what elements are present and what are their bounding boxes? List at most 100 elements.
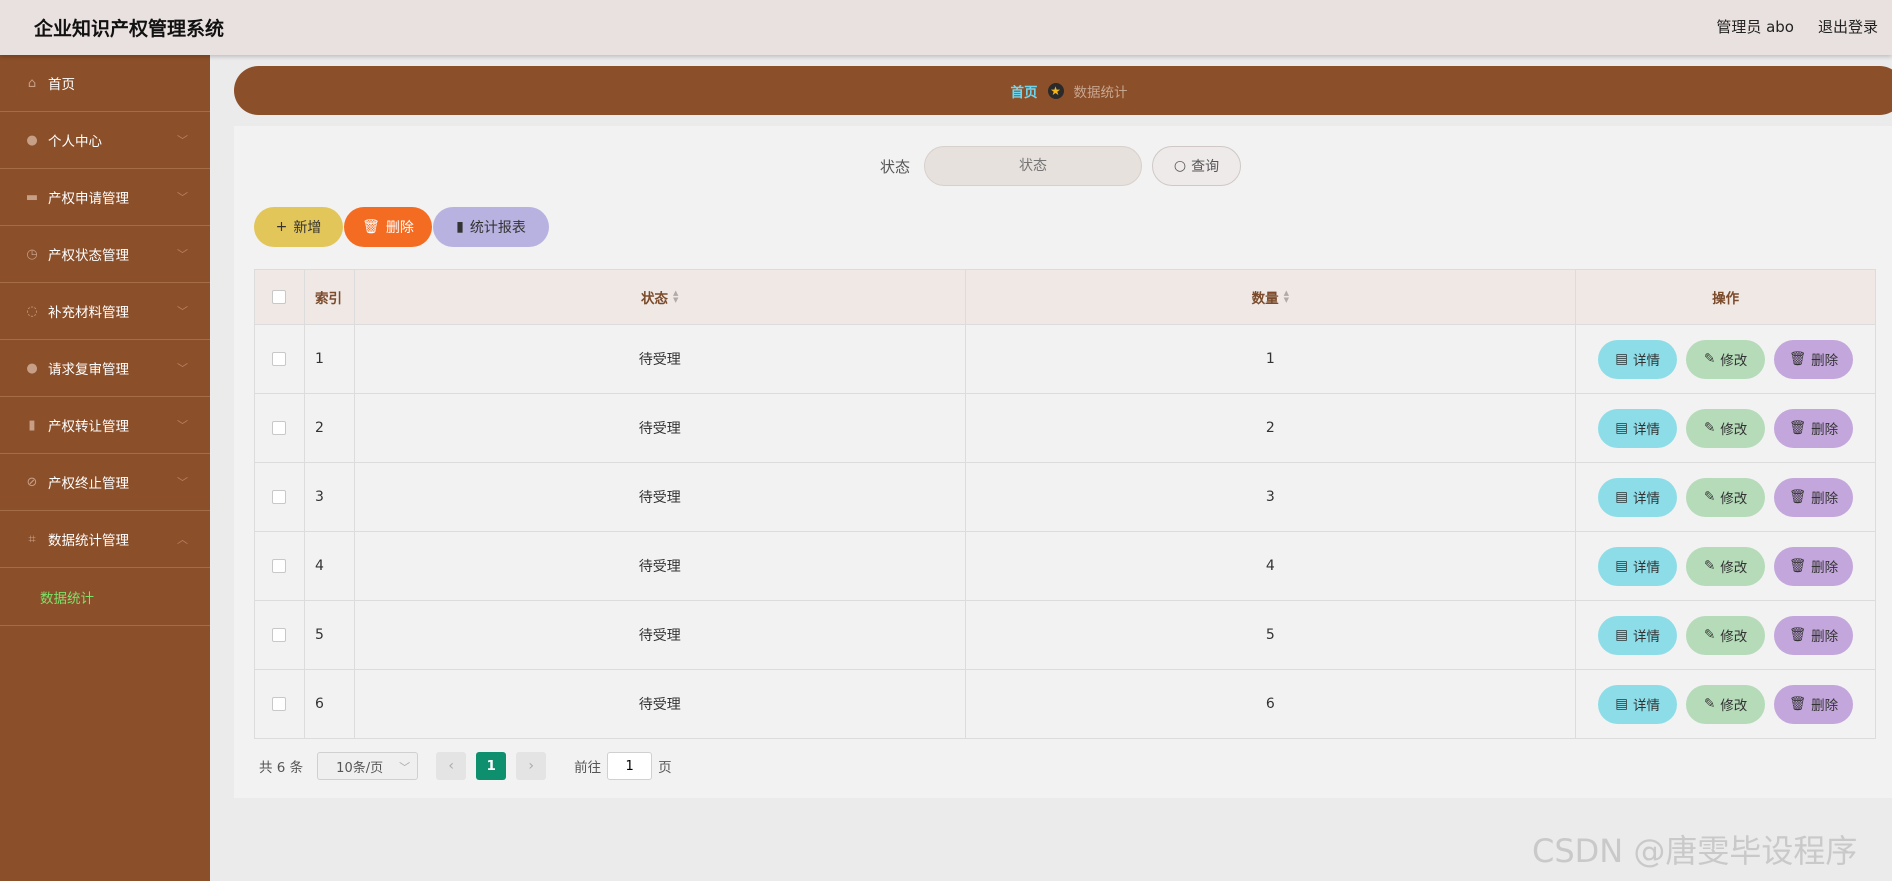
search-input[interactable] xyxy=(924,146,1142,186)
row-index: 4 xyxy=(305,532,355,600)
delete-button[interactable]: 🗑 删除 xyxy=(344,207,432,247)
table-row: 2 待受理 2 ▤ 详情 ✎ 修改 🗑 删除 xyxy=(255,394,1876,463)
row-checkbox[interactable] xyxy=(272,421,287,435)
sidebar-item-termination[interactable]: ⊘ 产权终止管理 ﹀ xyxy=(0,454,210,511)
row-checkbox[interactable] xyxy=(272,697,287,711)
row-index: 3 xyxy=(305,463,355,531)
sidebar-item-ip-application[interactable]: ▬ 产权申请管理 ﹀ xyxy=(0,169,210,226)
next-page-button[interactable]: › xyxy=(516,752,547,780)
row-index-value: 1 xyxy=(314,351,324,367)
row-state-value: 待受理 xyxy=(638,490,681,506)
row-checkbox-cell xyxy=(255,532,305,600)
row-index-value: 6 xyxy=(314,696,324,712)
row-index-value: 3 xyxy=(314,489,324,505)
row-state: 待受理 xyxy=(355,394,966,462)
bar-chart-icon: ▮ xyxy=(28,417,36,433)
detail-button[interactable]: ▤ 详情 xyxy=(1598,684,1678,724)
detail-button[interactable]: ▤ 详情 xyxy=(1598,615,1678,655)
edit-button[interactable]: ✎ 修改 xyxy=(1686,615,1766,655)
select-all-checkbox[interactable] xyxy=(272,290,287,304)
row-count-value: 2 xyxy=(1265,420,1275,436)
row-checkbox[interactable] xyxy=(272,490,287,504)
sidebar-submenu: 数据统计 xyxy=(0,568,210,626)
pencil-icon: ✎ xyxy=(1703,627,1716,643)
chevron-down-icon: ﹀ xyxy=(177,191,188,204)
pencil-icon: ✎ xyxy=(1703,351,1716,367)
detail-button[interactable]: ▤ 详情 xyxy=(1598,546,1678,586)
table-body: 1 待受理 1 ▤ 详情 ✎ 修改 🗑 删除 2 待受理 2 ▤ 详情 ✎ 修改… xyxy=(255,325,1876,739)
breadcrumb-home[interactable]: 首页 xyxy=(1011,81,1038,101)
sidebar-item-statistics[interactable]: ⌗ 数据统计管理 ︿ xyxy=(0,511,210,568)
detail-button-label: 详情 xyxy=(1632,698,1660,714)
edit-button[interactable]: ✎ 修改 xyxy=(1686,339,1766,379)
row-index: 6 xyxy=(305,670,355,738)
row-delete-button[interactable]: 🗑 删除 xyxy=(1774,546,1854,586)
sidebar-item-transfer[interactable]: ▮ 产权转让管理 ﹀ xyxy=(0,397,210,454)
page-size-select[interactable]: 10条/页 ﹀ xyxy=(317,752,419,780)
admin-label[interactable]: 管理员 abo xyxy=(1716,16,1794,37)
row-ops: ▤ 详情 ✎ 修改 🗑 删除 xyxy=(1576,601,1876,669)
star-icon: ★ xyxy=(1047,82,1064,99)
row-checkbox[interactable] xyxy=(272,559,287,573)
sidebar-item-label: 个人中心 xyxy=(48,134,102,150)
header-count[interactable]: 数量 ▲ ▼ xyxy=(966,270,1577,324)
row-index: 1 xyxy=(305,325,355,393)
row-delete-button-label: 删除 xyxy=(1811,560,1839,576)
search-button[interactable]: ○ 查询 xyxy=(1152,146,1241,186)
row-delete-button[interactable]: 🗑 删除 xyxy=(1774,408,1854,448)
table-row: 6 待受理 6 ▤ 详情 ✎ 修改 🗑 删除 xyxy=(255,670,1876,739)
detail-button[interactable]: ▤ 详情 xyxy=(1598,339,1678,379)
row-checkbox[interactable] xyxy=(272,628,287,642)
header-checkbox-cell xyxy=(255,270,305,324)
row-delete-button[interactable]: 🗑 删除 xyxy=(1774,615,1854,655)
sidebar-item-review[interactable]: ● 请求复审管理 ﹀ xyxy=(0,340,210,397)
prev-page-button[interactable]: ‹ xyxy=(436,752,467,780)
header-state[interactable]: 状态 ▲ ▼ xyxy=(355,270,966,324)
sidebar-item-ip-status[interactable]: ◷ 产权状态管理 ﹀ xyxy=(0,226,210,283)
add-button[interactable]: + 新增 xyxy=(254,207,343,247)
row-delete-button[interactable]: 🗑 删除 xyxy=(1774,684,1854,724)
user-icon: ● xyxy=(26,132,38,148)
row-delete-button[interactable]: 🗑 删除 xyxy=(1774,477,1854,517)
sidebar-item-home[interactable]: ⌂ 首页 xyxy=(0,55,210,112)
sidebar-item-supplement[interactable]: ◌ 补充材料管理 ﹀ xyxy=(0,283,210,340)
page-number-current[interactable]: 1 xyxy=(476,752,507,780)
header-ops: 操作 xyxy=(1576,270,1876,324)
row-checkbox-cell xyxy=(255,601,305,669)
row-count-value: 5 xyxy=(1265,627,1275,643)
data-table: 索引 状态 ▲ ▼ 数量 ▲ ▼ 操作 1 待受理 1 ▤ 详情 ✎ 修改 🗑 … xyxy=(254,269,1876,739)
detail-button[interactable]: ▤ 详情 xyxy=(1598,408,1678,448)
row-state-value: 待受理 xyxy=(638,628,681,644)
detail-button[interactable]: ▤ 详情 xyxy=(1598,477,1678,517)
table-row: 3 待受理 3 ▤ 详情 ✎ 修改 🗑 删除 xyxy=(255,463,1876,532)
trash-icon: 🗑 xyxy=(1789,696,1807,712)
top-bar: 企业知识产权管理系统 管理员 abo 退出登录 xyxy=(0,0,1892,55)
row-delete-button-label: 删除 xyxy=(1811,491,1839,507)
chevron-down-icon: ﹀ xyxy=(177,362,188,375)
edit-button[interactable]: ✎ 修改 xyxy=(1686,477,1766,517)
sidebar-item-personal-center[interactable]: ● 个人中心 ﹀ xyxy=(0,112,210,169)
row-checkbox[interactable] xyxy=(272,352,287,366)
sidebar-item-label: 产权转让管理 xyxy=(48,419,129,435)
edit-button[interactable]: ✎ 修改 xyxy=(1686,408,1766,448)
goto-suffix: 页 xyxy=(658,760,672,776)
logout-button[interactable]: 退出登录 xyxy=(1818,16,1878,37)
document-icon: ▤ xyxy=(1615,558,1628,574)
header-ops-label: 操作 xyxy=(1712,291,1740,307)
report-button[interactable]: ▮ 统计报表 xyxy=(433,207,549,247)
edit-button[interactable]: ✎ 修改 xyxy=(1686,546,1766,586)
detail-button-label: 详情 xyxy=(1632,629,1660,645)
row-count-value: 6 xyxy=(1265,696,1275,712)
detail-button-label: 详情 xyxy=(1632,353,1660,369)
sort-icon[interactable]: ▲ ▼ xyxy=(673,290,678,304)
detail-button-label: 详情 xyxy=(1632,560,1660,576)
bar-chart-icon: ▮ xyxy=(456,219,464,235)
row-ops: ▤ 详情 ✎ 修改 🗑 删除 xyxy=(1576,670,1876,738)
edit-button[interactable]: ✎ 修改 xyxy=(1686,684,1766,724)
sidebar-subitem-data-stats[interactable]: 数据统计 xyxy=(40,587,94,607)
sort-icon[interactable]: ▲ ▼ xyxy=(1284,290,1289,304)
table-row: 5 待受理 5 ▤ 详情 ✎ 修改 🗑 删除 xyxy=(255,601,1876,670)
row-delete-button[interactable]: 🗑 删除 xyxy=(1774,339,1854,379)
document-icon: ▤ xyxy=(1615,489,1628,505)
goto-page-input[interactable] xyxy=(607,752,653,780)
